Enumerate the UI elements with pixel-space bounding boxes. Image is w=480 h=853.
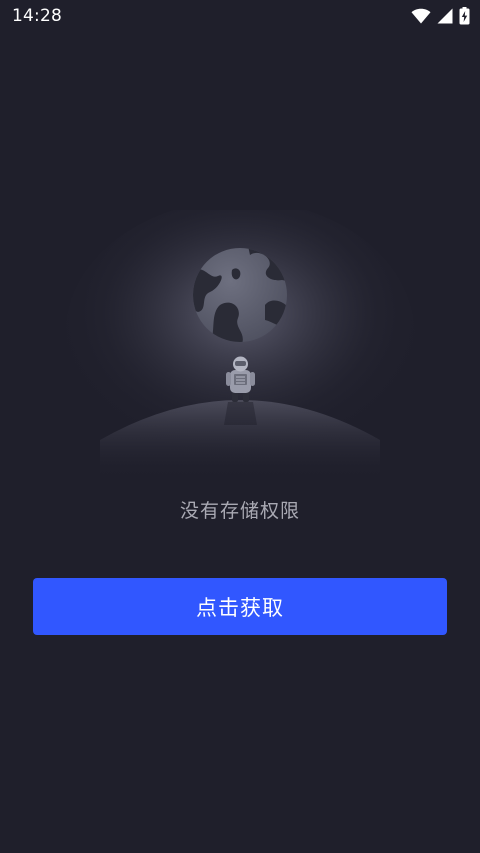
astronaut-planet-illustration [60, 200, 420, 480]
status-time: 14:28 [12, 6, 62, 26]
wifi-icon [411, 8, 431, 24]
cellular-signal-icon [437, 8, 453, 24]
status-bar: 14:28 [0, 0, 480, 32]
battery-charging-icon [459, 7, 470, 25]
no-storage-permission-message: 没有存储权限 [179, 500, 300, 522]
status-icons [411, 7, 470, 25]
permission-screen: 14:28 没有存储权限 点击获取 [0, 0, 480, 853]
request-permission-button[interactable]: 点击获取 [33, 578, 447, 635]
